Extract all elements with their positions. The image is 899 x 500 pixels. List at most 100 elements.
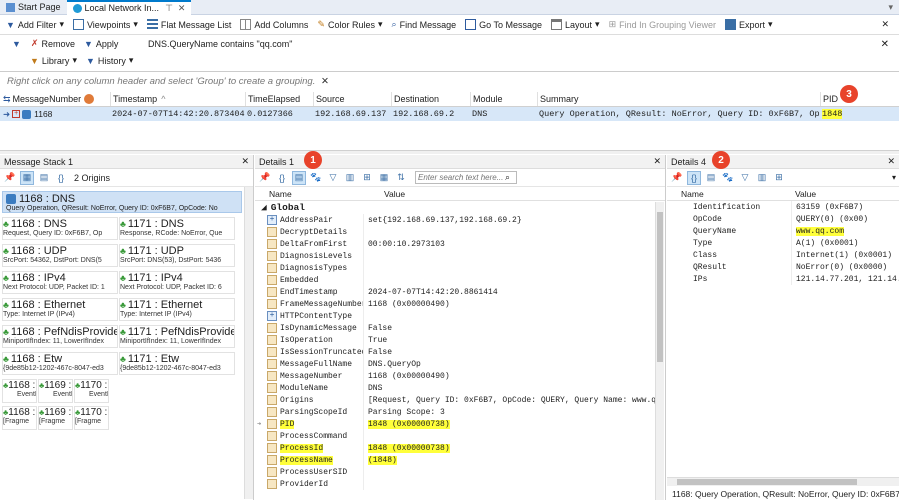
- table-view-icon[interactable]: ▤: [37, 171, 51, 185]
- tab-local-network[interactable]: Local Network In... ⊤ ✕: [66, 0, 192, 15]
- horizontal-splitter[interactable]: [0, 150, 899, 154]
- expand-icon[interactable]: +: [267, 215, 277, 225]
- column-header-time-elapsed[interactable]: TimeElapsed: [245, 92, 313, 106]
- close-panel-icon[interactable]: ✕: [887, 156, 895, 167]
- property-row[interactable]: DiagnosisLevels: [255, 250, 665, 262]
- history-button[interactable]: ▼ History ▾: [86, 55, 133, 66]
- toolbar-overflow-icon[interactable]: ▾: [892, 173, 896, 182]
- paw-icon[interactable]: 🐾: [309, 171, 323, 185]
- export-button[interactable]: Export ▾: [725, 19, 773, 30]
- property-row[interactable]: IsSessionTruncated False: [255, 346, 665, 358]
- braces-icon[interactable]: {}: [54, 171, 68, 185]
- property-row[interactable]: QueryName www.qq.com: [667, 225, 899, 237]
- property-row[interactable]: Origins [Request, Query ID: 0xF6B7, OpCod…: [255, 394, 665, 406]
- expand-tree-icon[interactable]: ⊞: [360, 171, 374, 185]
- column-header-name[interactable]: Name: [255, 189, 380, 199]
- column-header-value[interactable]: Value: [791, 189, 816, 199]
- stack-frame-small[interactable]: ♣ 1170 : [Fragme: [74, 406, 109, 430]
- property-row[interactable]: Type A(1) (0x0001): [667, 237, 899, 249]
- column-header-source[interactable]: Source: [313, 92, 391, 106]
- toolbar-close-icon[interactable]: ✕: [881, 19, 889, 30]
- stack-frame-small[interactable]: ♣ 1168 : [Fragme: [2, 406, 37, 430]
- expand-icon[interactable]: +: [12, 110, 21, 118]
- property-row[interactable]: ModuleName DNS: [255, 382, 665, 394]
- filter-add-icon[interactable]: ▽: [326, 171, 340, 185]
- property-row[interactable]: IPs 121.14.77.201, 121.14.7: [667, 273, 899, 285]
- property-row[interactable]: Identification 63159 (0xF6B7): [667, 201, 899, 213]
- property-row[interactable]: MessageFullName DNS.QueryOp: [255, 358, 665, 370]
- property-row[interactable]: Class Internet(1) (0x0001): [667, 249, 899, 261]
- stack-frame[interactable]: ♣ 1168 : UDP SrcPort: 54362, DstPort: DNS(…: [2, 244, 118, 267]
- grid-icon[interactable]: ▦: [377, 171, 391, 185]
- expand-tree-icon[interactable]: ⊞: [772, 171, 786, 185]
- column-header-summary[interactable]: Summary: [537, 92, 820, 106]
- pin-icon[interactable]: 📌: [258, 171, 272, 185]
- scroll-thumb[interactable]: [677, 479, 857, 485]
- property-row[interactable]: ParsingScopeId Parsing Scope: 3: [255, 406, 665, 418]
- tab-start-page[interactable]: Start Page: [0, 0, 67, 15]
- property-row[interactable]: Embedded: [255, 274, 665, 286]
- property-row[interactable]: + AddressPair set{192.168.69.137,192.168.6…: [255, 214, 665, 226]
- details-scrollbar[interactable]: [655, 202, 664, 500]
- property-row[interactable]: ProcessId 1848 (0x00000738): [255, 442, 665, 454]
- property-row[interactable]: ProcessName (1848): [255, 454, 665, 466]
- property-row[interactable]: OpCode QUERY(0) (0x00): [667, 213, 899, 225]
- column-header-diagnosis[interactable]: [84, 92, 106, 106]
- stack-frame[interactable]: ♣ 1171 : Etw {9de85b12-1202-467c-8047-ed3: [119, 352, 235, 375]
- stack-frame-small[interactable]: ♣1169 :EventId:: [38, 379, 73, 403]
- stack-frame[interactable]: ♣ 1171 : Ethernet Type: Internet IP (IPv4): [119, 298, 235, 321]
- find-in-grouping-button[interactable]: ⊞ Find In Grouping Viewer: [609, 19, 716, 30]
- stack-frame-small[interactable]: ♣1170 :EventId:: [74, 379, 109, 403]
- viewpoints-button[interactable]: Viewpoints ▾: [72, 19, 138, 30]
- property-row[interactable]: FrameMessageNumber 1168 (0x00000490): [255, 298, 665, 310]
- close-panel-icon[interactable]: ✕: [241, 156, 249, 167]
- filter-close-icon[interactable]: ✕: [881, 39, 889, 50]
- column-add-icon[interactable]: ▥: [755, 171, 769, 185]
- property-row[interactable]: DiagnosisTypes: [255, 262, 665, 274]
- sort-icon[interactable]: ⇅: [394, 171, 408, 185]
- property-row[interactable]: ➜ PID 1848 (0x00000738): [255, 418, 665, 430]
- properties-icon[interactable]: ▤: [704, 171, 718, 185]
- property-row[interactable]: ProcessCommand: [255, 430, 665, 442]
- apply-filter-button[interactable]: ▼ Apply: [84, 39, 118, 49]
- close-tab-icon[interactable]: ✕: [178, 3, 186, 14]
- stack-frame[interactable]: ♣ 1168 : PefNdisProvider MiniportIfIndex: …: [2, 325, 118, 348]
- paw-icon[interactable]: 🐾: [721, 171, 735, 185]
- stack-frame[interactable]: ♣ 1168 : Etw {9de85b12-1202-467c-8047-ed3: [2, 352, 118, 375]
- properties-icon[interactable]: ▤: [292, 170, 306, 185]
- scroll-thumb[interactable]: [657, 212, 663, 362]
- add-filter-button[interactable]: ▼ Add Filter ▾: [6, 19, 64, 30]
- stack-frame[interactable]: ♣ 1171 : IPv4 Next Protocol: UDP, Packet I…: [119, 271, 235, 294]
- column-header-message-number[interactable]: ⇆ MessageNumber: [3, 92, 83, 106]
- horizontal-scrollbar[interactable]: [667, 477, 899, 486]
- flat-message-list-button[interactable]: Flat Message List: [146, 19, 231, 30]
- braces-icon[interactable]: {}: [687, 170, 701, 185]
- stack-frame[interactable]: ♣ 1171 : UDP SrcPort: DNS(53), DstPort: 54…: [119, 244, 235, 267]
- add-columns-button[interactable]: Add Columns: [240, 19, 308, 30]
- property-row[interactable]: + HTTPContentType: [255, 310, 665, 322]
- grid-view-icon[interactable]: ▦: [20, 170, 34, 185]
- property-row[interactable]: IsOperation True: [255, 334, 665, 346]
- remove-filter-button[interactable]: ✗ Remove: [31, 38, 75, 49]
- stack-frame[interactable]: ♣ 1168 : DNS Request, Query ID: 0xF6B7, Op: [2, 217, 118, 240]
- column-header-destination[interactable]: Destination: [391, 92, 470, 106]
- pin-icon[interactable]: 📌: [3, 171, 17, 185]
- property-row[interactable]: ProcessUserSID: [255, 466, 665, 478]
- stack-scrollbar[interactable]: [244, 187, 253, 499]
- column-header-value[interactable]: Value: [380, 189, 405, 199]
- braces-icon[interactable]: {}: [275, 171, 289, 185]
- stack-top-frame[interactable]: 1168 : DNS Query Operation, QResult: NoE…: [2, 191, 242, 213]
- library-button[interactable]: ▼ Library ▾: [30, 55, 77, 66]
- color-rules-button[interactable]: ✎ Color Rules ▾: [317, 19, 382, 30]
- property-row[interactable]: EndTimestamp 2024-07-07T14:42:20.8861414: [255, 286, 665, 298]
- expand-icon[interactable]: +: [267, 311, 277, 321]
- property-row[interactable]: MessageNumber 1168 (0x00000490): [255, 370, 665, 382]
- tab-overflow-icon[interactable]: ▾: [888, 2, 893, 13]
- layout-button[interactable]: Layout ▾: [551, 19, 600, 30]
- stack-frame-small[interactable]: ♣1168 :EventId:: [2, 379, 37, 403]
- search-icon[interactable]: ⌕: [505, 172, 510, 183]
- table-row[interactable]: ➜ + 1168 2024-07-07T14:42:20.8734048 0.0…: [0, 107, 899, 121]
- property-row[interactable]: DeltaFromFirst 00:00:10.2973103: [255, 238, 665, 250]
- column-header-name[interactable]: Name: [667, 189, 791, 199]
- pin-icon[interactable]: ⊤: [165, 3, 173, 14]
